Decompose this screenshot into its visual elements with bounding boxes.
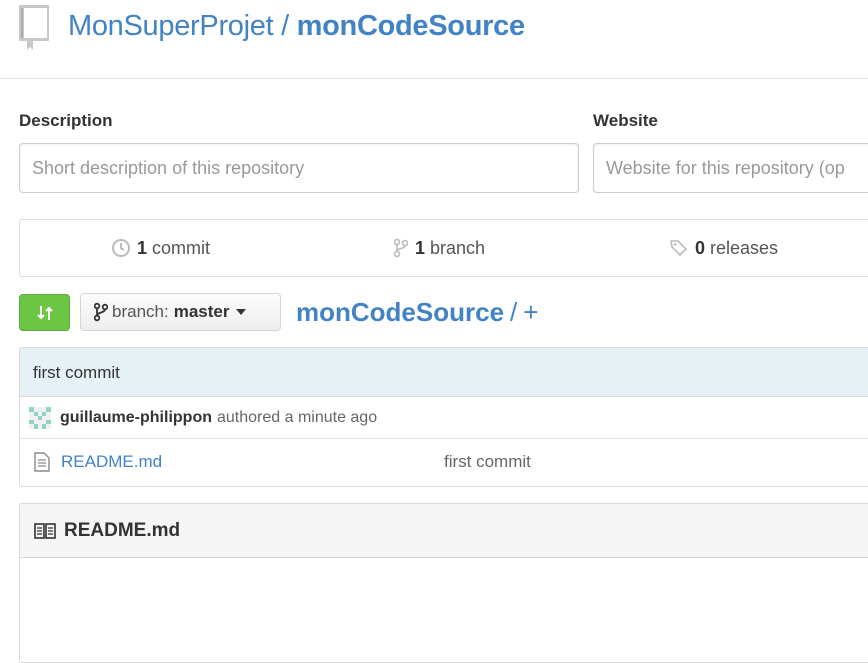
branches-count: 1 xyxy=(415,237,426,258)
book-icon xyxy=(34,522,56,539)
compare-icon xyxy=(36,305,53,320)
chevron-down-icon xyxy=(236,309,247,315)
commit-meta: guillaume-philippon authored a minute ag… xyxy=(20,397,868,439)
history-icon xyxy=(112,239,130,257)
branch-name: master xyxy=(173,302,230,321)
repo-title-separator: / xyxy=(273,10,297,42)
releases-stat[interactable]: 0 releases xyxy=(669,220,778,276)
file-row: README.md first commit xyxy=(20,439,868,486)
commits-count: 1 xyxy=(137,237,148,258)
readme-box: README.md xyxy=(19,503,868,663)
breadcrumb: monCodeSource / + xyxy=(296,296,538,328)
compare-pull-request-button[interactable] xyxy=(19,294,70,331)
breadcrumb-separator: / xyxy=(510,297,518,327)
commit-time: authored a minute ago xyxy=(216,408,378,426)
repo-owner-link[interactable]: MonSuperProjet xyxy=(68,10,274,42)
branch-prefix: branch: xyxy=(112,302,169,321)
latest-commit-box: first commit guillaume-philippon authore… xyxy=(19,347,868,487)
add-file-button[interactable]: + xyxy=(523,297,538,327)
website-label: Website xyxy=(593,111,658,130)
branch-icon xyxy=(94,302,108,322)
repo-title: MonSuperProjet / monCodeSource xyxy=(68,8,525,44)
releases-label: releases xyxy=(710,237,779,258)
repo-stats-bar: 1 commit 1 branch 0 releases xyxy=(19,219,868,277)
file-name-link[interactable]: README.md xyxy=(61,452,162,472)
releases-count: 0 xyxy=(695,237,706,258)
commits-stat[interactable]: 1 commit xyxy=(111,220,210,276)
commits-label: commit xyxy=(152,237,211,258)
branches-label: branch xyxy=(430,237,486,258)
readme-header: README.md xyxy=(20,504,868,558)
repository-icon xyxy=(19,5,49,50)
branches-stat[interactable]: 1 branch xyxy=(393,220,485,276)
breadcrumb-root-link[interactable]: monCodeSource xyxy=(296,297,504,327)
branch-icon xyxy=(393,238,409,258)
readme-title: README.md xyxy=(64,519,181,541)
description-label: Description xyxy=(19,111,113,130)
tag-icon xyxy=(670,240,688,257)
commit-author-link[interactable]: guillaume-philippon xyxy=(60,409,212,427)
commit-message[interactable]: first commit xyxy=(20,348,868,397)
description-input[interactable] xyxy=(19,143,579,193)
avatar[interactable] xyxy=(29,406,51,429)
file-text-icon xyxy=(34,452,50,472)
branch-selector[interactable]: branch: master xyxy=(80,293,281,331)
file-commit-message[interactable]: first commit xyxy=(444,452,531,472)
website-input[interactable] xyxy=(593,143,868,193)
repo-name-link[interactable]: monCodeSource xyxy=(297,10,525,42)
